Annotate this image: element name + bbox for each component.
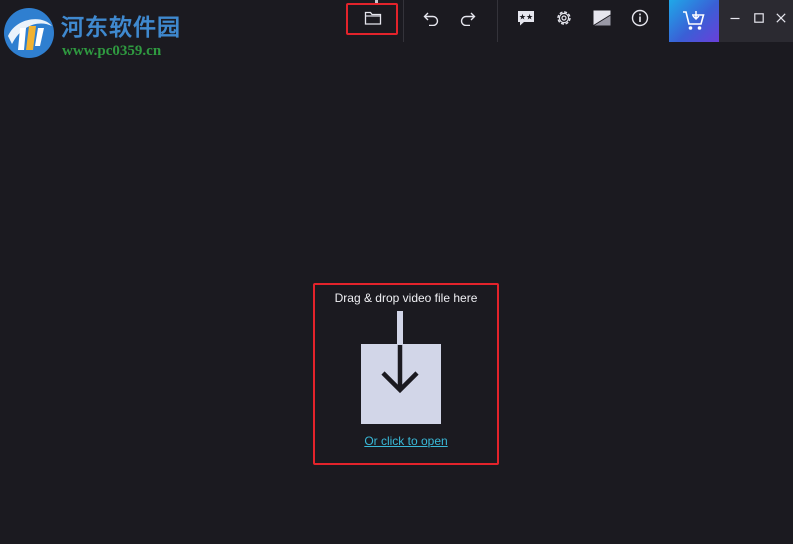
split-view-icon bbox=[593, 10, 611, 26]
redo-icon bbox=[460, 12, 476, 26]
close-button[interactable] bbox=[769, 0, 793, 36]
feedback-chat-icon: ★★ bbox=[518, 11, 534, 26]
maximize-button[interactable] bbox=[747, 0, 771, 36]
toolbar-divider bbox=[497, 0, 498, 42]
toolbar: ★★ bbox=[0, 0, 793, 42]
cart-icon bbox=[683, 11, 705, 30]
site-url: www.pc0359.cn bbox=[62, 43, 162, 59]
compare-view-button[interactable] bbox=[587, 4, 617, 32]
click-to-open-link[interactable]: Or click to open bbox=[315, 434, 497, 448]
feedback-button[interactable]: ★★ bbox=[511, 4, 541, 32]
download-arrow-icon bbox=[361, 311, 441, 424]
undo-button[interactable] bbox=[416, 4, 446, 32]
open-button-highlight bbox=[346, 3, 398, 35]
window-controls bbox=[719, 0, 793, 42]
redo-button[interactable] bbox=[453, 4, 483, 32]
svg-text:★★: ★★ bbox=[519, 13, 533, 22]
info-icon bbox=[631, 9, 649, 27]
minimize-button[interactable] bbox=[723, 0, 747, 36]
cart-button[interactable] bbox=[669, 0, 719, 42]
gear-icon bbox=[557, 11, 571, 25]
undo-icon bbox=[423, 12, 439, 26]
maximize-icon bbox=[754, 13, 764, 23]
drop-instruction: Drag & drop video file here bbox=[334, 291, 478, 305]
video-drop-zone[interactable]: Drag & drop video file here Or click to … bbox=[313, 283, 499, 465]
minimize-icon bbox=[730, 17, 740, 20]
toolbar-divider bbox=[403, 0, 404, 42]
close-icon bbox=[776, 13, 786, 23]
settings-button[interactable] bbox=[549, 4, 579, 32]
info-button[interactable] bbox=[625, 4, 655, 32]
